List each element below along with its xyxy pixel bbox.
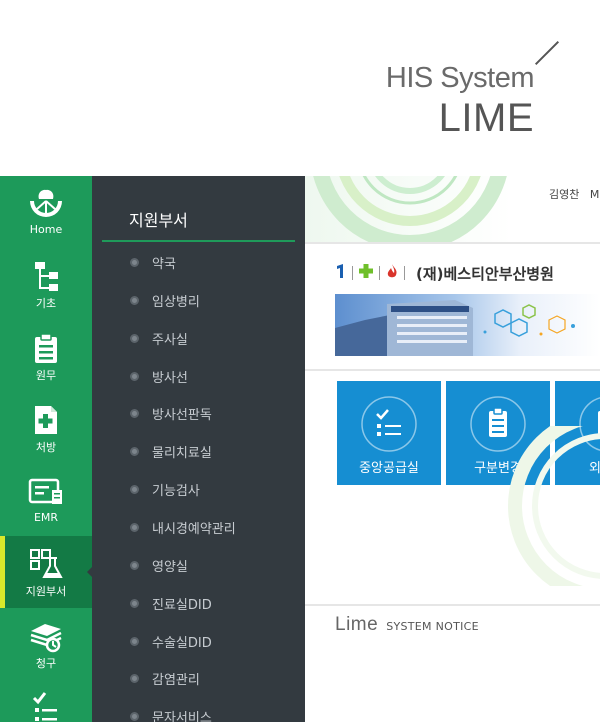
submenu-item-surgery-did[interactable]: 수술실DID [130, 630, 212, 652]
medical-cross-icon [358, 263, 374, 283]
submenu-item-label: 진료실DID [152, 597, 212, 613]
rail-item-billing[interactable]: 청구 [0, 608, 92, 680]
rail-label: EMR [33, 511, 59, 524]
hospital-building-graphic [335, 300, 575, 356]
rail-label: 지원부서 [25, 585, 67, 598]
bullet-icon [130, 522, 139, 532]
submenu-item-pharmacy[interactable]: 약국 [130, 251, 176, 273]
bullet-icon [130, 636, 139, 646]
bullet-icon [130, 673, 139, 683]
rail-label: Home [29, 223, 63, 236]
submenu-item-label: 영양실 [152, 559, 188, 575]
emr-chart-icon [0, 472, 92, 512]
checklist-icon [0, 688, 92, 722]
bullet-icon [130, 711, 139, 721]
rail-label: 청구 [35, 657, 57, 670]
submenu-item-injection-room[interactable]: 주사실 [130, 327, 188, 349]
rail-label: 원무 [35, 369, 57, 382]
flame-icon [385, 263, 399, 283]
hierarchy-icon [0, 256, 92, 296]
bullet-icon [130, 295, 139, 305]
rail-item-checklist[interactable] [0, 680, 92, 722]
submenu-item-radiology-reading[interactable]: 방사선판독 [130, 402, 212, 424]
bullet-icon [130, 257, 139, 267]
rail-label: 기초 [35, 297, 57, 310]
rail-item-prescription[interactable]: 처방 [0, 392, 92, 464]
submenu-item-label: 문자서비스 [152, 710, 212, 722]
hospital-name: (재)베스티안부산병원 [416, 264, 554, 283]
submenu-item-label: 임상병리 [152, 294, 200, 310]
bullet-icon [130, 560, 139, 570]
money-stack-icon [0, 616, 92, 656]
submenu-item-physical-therapy[interactable]: 물리치료실 [130, 440, 212, 462]
rail-item-admin[interactable]: 원무 [0, 320, 92, 392]
submenu-item-nutrition[interactable]: 영양실 [130, 554, 188, 576]
submenu-item-label: 방사선판독 [152, 407, 212, 423]
user-extra: M [589, 188, 600, 201]
separator [404, 266, 405, 280]
clipboard-icon [0, 328, 92, 368]
submenu-item-sms-service[interactable]: 문자서비스 [130, 705, 212, 722]
tile-label: 중앙공급실 [359, 461, 419, 476]
checklist-icon [337, 396, 441, 452]
bullet-icon [130, 484, 139, 494]
submenu-item-endoscopy-booking[interactable]: 내시경예약관리 [130, 516, 236, 538]
hospital-emblem-icon [335, 263, 347, 283]
system-notice-label: SYSTEM NOTICE [386, 620, 479, 633]
submenu-title: 지원부서 [129, 211, 188, 230]
tile-central-supply[interactable]: 중앙공급실 [337, 381, 441, 485]
rail-item-home[interactable]: Home [0, 176, 92, 248]
lime-logo: Lime [335, 614, 379, 635]
banner-divider [305, 242, 600, 244]
submenu-item-label: 수술실DID [152, 635, 212, 651]
submenu-item-label: 주사실 [152, 332, 188, 348]
bullet-icon [130, 598, 139, 608]
icon-rail: Home 기초 원무 처방 EMR 지원부서 청구 [0, 176, 93, 722]
section-divider [305, 369, 600, 371]
bullet-icon [130, 371, 139, 381]
system-notice-header[interactable]: Lime SYSTEM NOTICE [335, 614, 479, 636]
submenu-item-radiology[interactable]: 방사선 [130, 365, 188, 387]
prescription-icon [0, 400, 92, 440]
submenu-item-label: 내시경예약관리 [152, 521, 236, 537]
brand-title: LIME [438, 96, 534, 140]
submenu-item-infection-control[interactable]: 감염관리 [130, 667, 200, 689]
submenu-panel: 지원부서 약국 임상병리 주사실 방사선 방사선판독 물리치료실 기능검사 내시… [92, 176, 305, 722]
brand-subtitle: HIS System [385, 62, 535, 94]
bullet-icon [130, 333, 139, 343]
brand-slash-mark [534, 40, 560, 66]
submenu-item-label: 물리치료실 [152, 445, 212, 461]
lab-flask-icon [0, 544, 92, 584]
rail-item-support-dept[interactable]: 지원부서 [0, 536, 93, 608]
submenu-item-label: 기능검사 [152, 483, 200, 499]
submenu-item-label: 방사선 [152, 370, 188, 386]
submenu-item-clinical-pathology[interactable]: 임상병리 [130, 289, 200, 311]
separator [352, 266, 353, 280]
bullet-icon [130, 446, 139, 456]
lime-slice-icon [0, 184, 92, 224]
bullet-icon [130, 408, 139, 418]
rail-item-basic[interactable]: 기초 [0, 248, 92, 320]
separator [379, 266, 380, 280]
hospital-building-banner [335, 294, 600, 356]
rail-label: 처방 [35, 441, 57, 454]
submenu-item-function-test[interactable]: 기능검사 [130, 478, 200, 500]
hospital-header: (재)베스티안부산병원 [335, 262, 554, 284]
brand-header: HIS System LIME [0, 0, 600, 176]
user-info[interactable]: 김영찬 M [549, 186, 599, 202]
main-content: 김영찬 M (재)베스티안부산병원 중앙공급실 구분변경 외 Lime SYST… [305, 176, 600, 722]
rail-item-emr[interactable]: EMR [0, 464, 92, 536]
submenu-item-clinic-did[interactable]: 진료실DID [130, 592, 212, 614]
decorative-swirl-graphic [508, 426, 600, 586]
submenu-item-label: 감염관리 [152, 672, 200, 688]
section-divider [305, 604, 600, 606]
user-name: 김영찬 [549, 188, 580, 201]
submenu-divider [102, 240, 295, 242]
submenu-item-label: 약국 [152, 256, 176, 272]
top-banner: 김영찬 M [305, 176, 600, 242]
